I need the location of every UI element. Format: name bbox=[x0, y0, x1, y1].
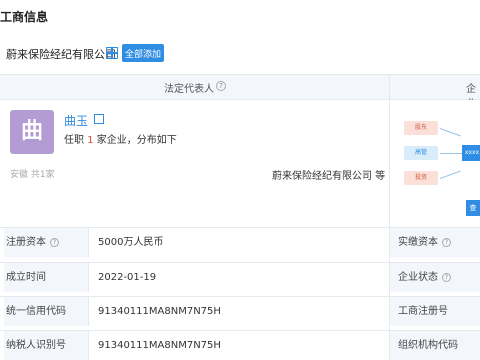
avatar[interactable]: 曲 bbox=[10, 110, 54, 154]
legal-rep-footnote: 安徽 共1家 bbox=[10, 170, 55, 180]
legal-rep-header: 法定代表人 bbox=[164, 84, 214, 95]
cell-divider bbox=[88, 263, 89, 292]
qr-code-icon[interactable] bbox=[106, 47, 118, 59]
cell-divider bbox=[88, 228, 89, 257]
table-header-row bbox=[0, 74, 480, 100]
field-label: 实缴资本? bbox=[390, 228, 480, 257]
desc-prefix: 任职 bbox=[64, 135, 84, 146]
field-label: 成立时间 bbox=[4, 263, 88, 292]
info-row: 统一信用代码 91340111MA8NM7N75H 工商注册号 bbox=[0, 296, 480, 326]
field-label: 纳税人识别号 bbox=[4, 331, 88, 360]
graph-node-executive: 高管 bbox=[404, 146, 438, 160]
graph-node-center: xxxx bbox=[462, 145, 480, 161]
graph-view-button[interactable]: 查 bbox=[466, 200, 480, 216]
related-company-link[interactable]: 蔚来保险经纪有限公司 等 bbox=[272, 167, 385, 182]
help-icon[interactable]: ? bbox=[216, 81, 226, 91]
desc-count[interactable]: 1 bbox=[87, 135, 93, 146]
help-icon[interactable]: ? bbox=[442, 237, 451, 247]
field-label: 企业状态? bbox=[390, 263, 480, 292]
graph-edge bbox=[440, 153, 462, 154]
add-all-button[interactable]: 全部添加 bbox=[122, 44, 164, 62]
info-row: 注册资本? 5000万人民币 实缴资本? bbox=[0, 227, 480, 257]
info-row: 成立时间 2022-01-19 企业状态? bbox=[0, 262, 480, 292]
field-value: 91340111MA8NM7N75H bbox=[98, 306, 221, 317]
cell-divider bbox=[88, 331, 89, 360]
field-label: 组织机构代码 bbox=[390, 331, 480, 360]
field-label: 工商注册号 bbox=[390, 297, 480, 326]
info-row: 纳税人识别号 91340111MA8NM7N75H 组织机构代码 bbox=[0, 330, 480, 360]
field-label: 注册资本? bbox=[4, 228, 88, 257]
help-icon[interactable]: ? bbox=[442, 272, 451, 282]
graph-node-investment: 投资 bbox=[404, 171, 438, 185]
desc-suffix: 家企业，分布如下 bbox=[96, 135, 177, 146]
field-value: 5000万人民币 bbox=[98, 237, 164, 248]
legal-rep-name[interactable]: 曲玉 bbox=[64, 112, 88, 129]
cell-divider bbox=[88, 297, 89, 326]
section-title: 工商信息 bbox=[0, 10, 49, 24]
field-label: 统一信用代码 bbox=[4, 297, 88, 326]
field-value: 2022-01-19 bbox=[98, 272, 157, 283]
qr-code-icon[interactable] bbox=[94, 114, 104, 124]
help-icon[interactable]: ? bbox=[50, 237, 59, 247]
legal-rep-description: 任职 1 家企业，分布如下 bbox=[64, 131, 177, 146]
graph-node-shareholder: 股东 bbox=[404, 121, 438, 135]
company-name[interactable]: 蔚来保险经纪有限公司 bbox=[6, 46, 116, 62]
field-value: 91340111MA8NM7N75H bbox=[98, 340, 221, 351]
